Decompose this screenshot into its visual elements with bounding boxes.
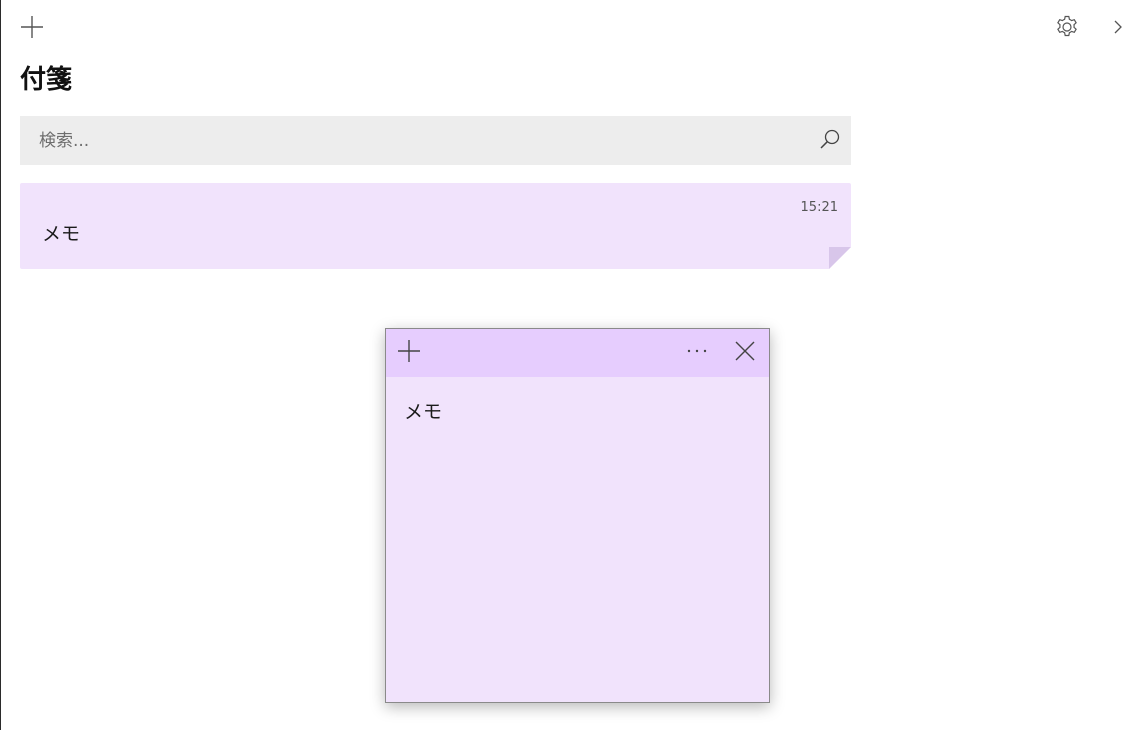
search-box xyxy=(20,116,851,165)
note-list-item[interactable]: 15:21 メモ xyxy=(20,183,851,269)
ellipsis-icon xyxy=(684,338,710,368)
chevron-right-icon xyxy=(1109,14,1123,44)
settings-button[interactable] xyxy=(1051,13,1083,45)
sticky-menu-button[interactable] xyxy=(682,338,712,368)
close-icon xyxy=(733,339,757,367)
sticky-close-button[interactable] xyxy=(730,338,760,368)
note-timestamp: 15:21 xyxy=(800,200,838,215)
plus-icon xyxy=(19,14,45,44)
sticky-note-window: メモ xyxy=(385,328,770,703)
page-title: 付箋 xyxy=(20,65,73,95)
new-note-button[interactable] xyxy=(17,14,47,44)
search-button[interactable] xyxy=(815,126,845,156)
sticky-note-editor[interactable]: メモ xyxy=(386,377,769,702)
search-icon xyxy=(818,127,842,155)
sticky-new-note-button[interactable] xyxy=(394,338,424,368)
plus-icon xyxy=(396,338,422,368)
note-preview-text: メモ xyxy=(42,223,81,245)
sticky-note-header[interactable] xyxy=(386,329,769,377)
corner-fold-icon xyxy=(829,247,851,269)
gear-icon xyxy=(1054,14,1080,44)
close-list-button[interactable] xyxy=(1109,14,1123,44)
search-input[interactable] xyxy=(20,116,800,165)
sticky-notes-app: 付箋 15:21 メモ xyxy=(0,0,1123,730)
